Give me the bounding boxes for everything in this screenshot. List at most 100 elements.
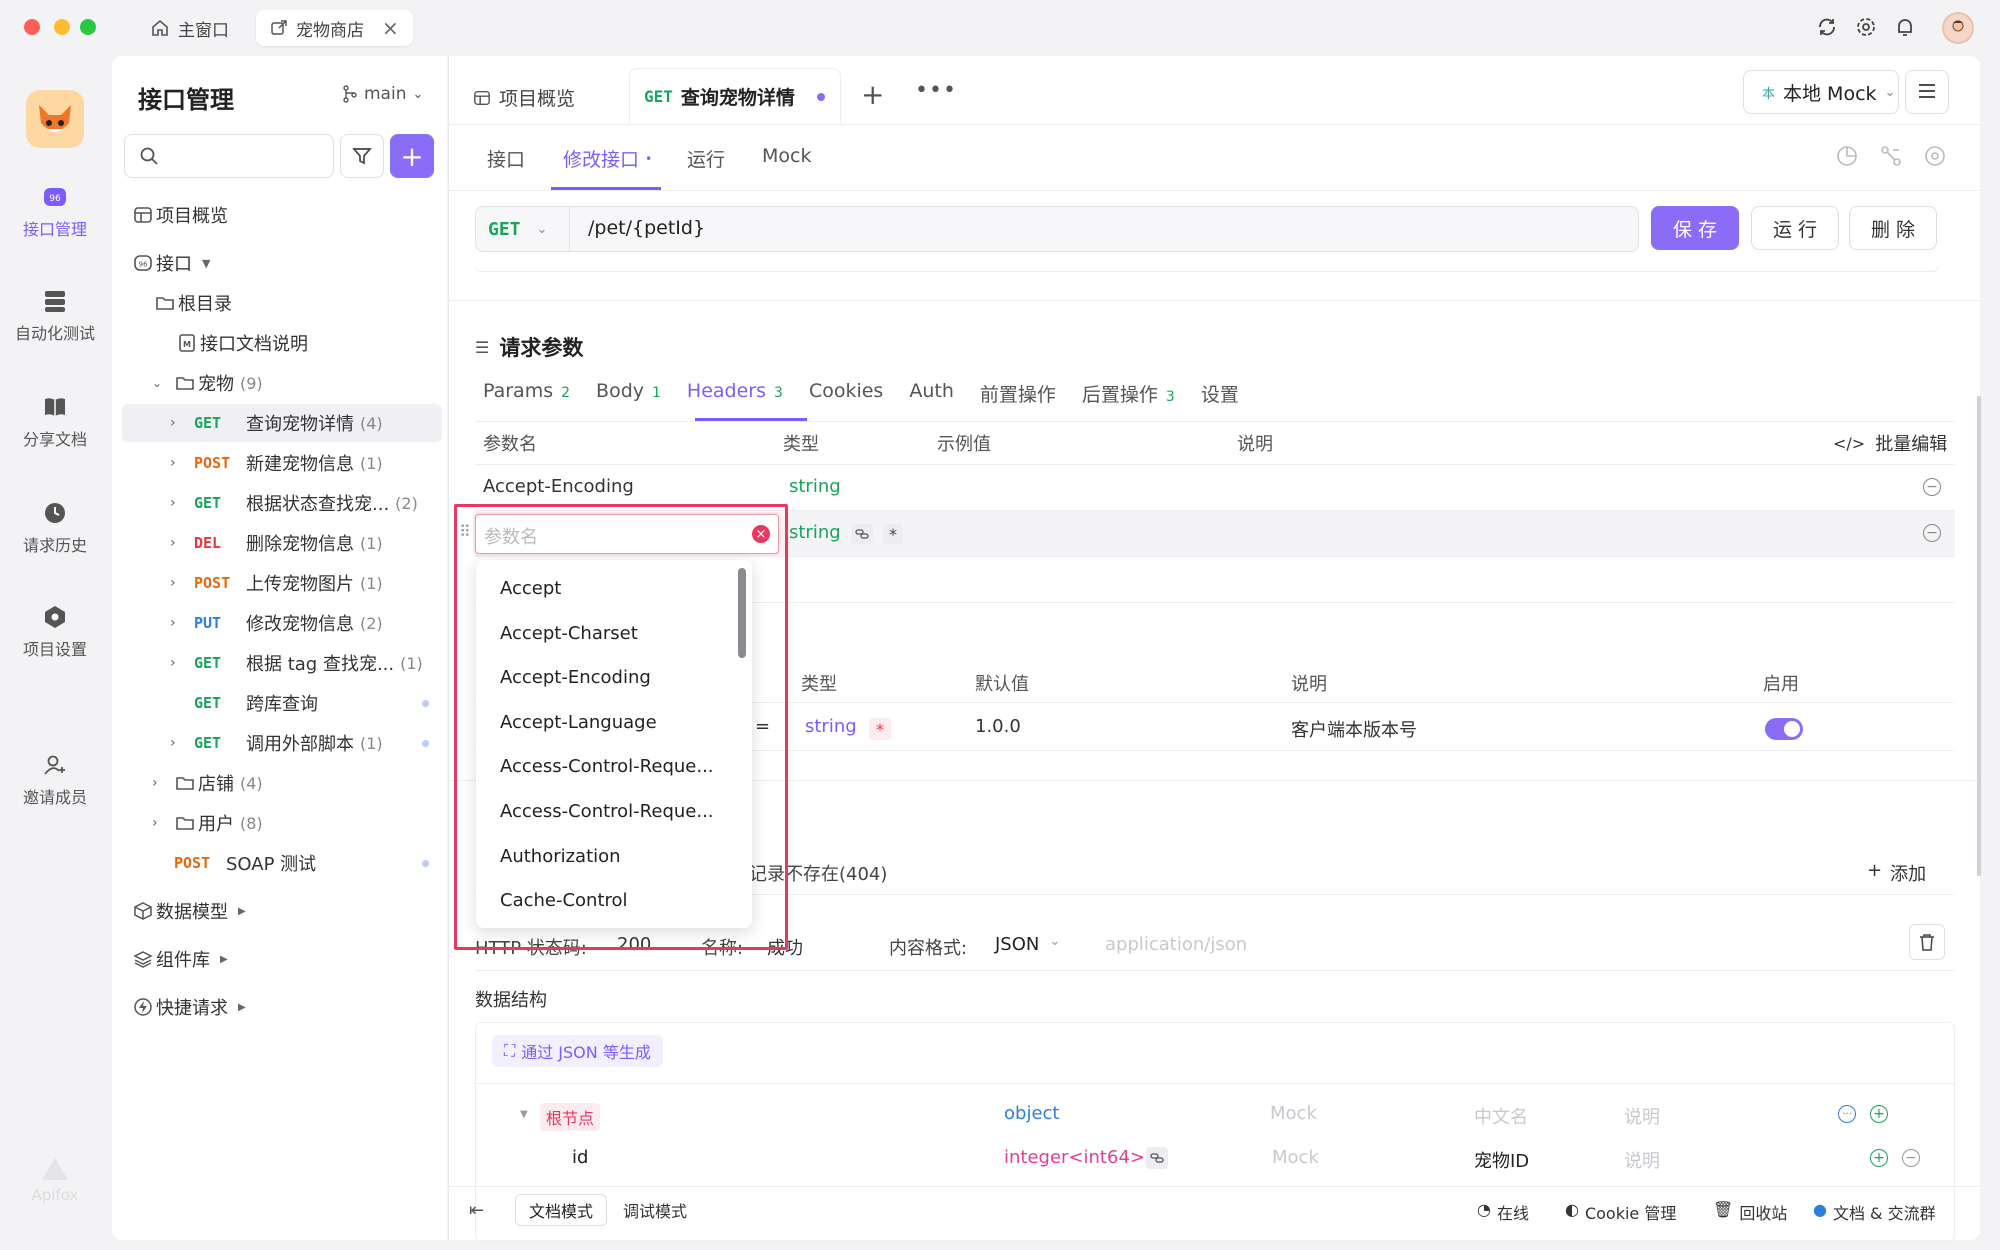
delete-response-button[interactable]: [1909, 924, 1945, 960]
close-tab-icon[interactable]: ×: [382, 16, 399, 40]
more-options-icon[interactable]: ···: [1838, 1105, 1856, 1123]
method-select[interactable]: GET ⌄: [476, 207, 570, 251]
sidebar-folder-user[interactable]: › 用户 (8): [112, 804, 447, 842]
suggestion-option[interactable]: Accept: [500, 578, 561, 599]
subtab-edit-api[interactable]: 修改接口 •: [563, 145, 652, 172]
suggestion-option[interactable]: Access-Control-Reque...: [500, 801, 714, 822]
remove-row-icon[interactable]: −: [1923, 478, 1941, 496]
environment-selector[interactable]: 本 本地 Mock ⌄: [1743, 70, 1899, 114]
run-button[interactable]: 运 行: [1751, 206, 1839, 250]
param-tab[interactable]: 设置: [1201, 380, 1239, 420]
bulk-edit-button[interactable]: </> 批量编辑: [1833, 430, 1947, 456]
delete-button[interactable]: 删 除: [1849, 206, 1937, 250]
link-icon[interactable]: [851, 524, 873, 544]
minimize-window-button[interactable]: [54, 19, 70, 35]
schema-root-name[interactable]: 根节点: [540, 1103, 601, 1131]
pie-chart-icon[interactable]: [1835, 144, 1859, 168]
close-window-button[interactable]: [24, 19, 40, 35]
schema-field-desc[interactable]: 说明: [1624, 1147, 1660, 1173]
enabled-toggle[interactable]: [1765, 718, 1803, 740]
sidebar-api-item[interactable]: GET 跨库查询: [112, 684, 447, 722]
schema-field-name[interactable]: id: [572, 1147, 588, 1168]
param-tab[interactable]: 前置操作: [980, 380, 1056, 420]
sidebar-item-components[interactable]: 组件库 ▶: [112, 940, 447, 978]
collapse-sidebar-icon[interactable]: ⇤: [469, 1200, 484, 1221]
param-tab[interactable]: Headers 3: [687, 380, 783, 420]
sidebar-item-soap[interactable]: POST SOAP 测试: [112, 844, 447, 882]
rail-share-docs[interactable]: 分享文档: [0, 394, 110, 450]
sidebar-item-root[interactable]: 根目录: [112, 284, 447, 322]
settings-icon[interactable]: [1855, 16, 1877, 38]
menu-button[interactable]: [1905, 70, 1949, 114]
save-button[interactable]: 保 存: [1651, 206, 1739, 250]
sidebar-item-data-model[interactable]: 数据模型 ▶: [112, 892, 447, 930]
link-icon[interactable]: [1146, 1147, 1168, 1169]
tab-project-overview[interactable]: 项目概览: [473, 84, 575, 111]
gear-icon[interactable]: [1923, 144, 1947, 168]
project-tab[interactable]: 宠物商店 ×: [256, 10, 413, 46]
global-param-description[interactable]: 客户端本版本号: [1291, 716, 1417, 742]
add-sibling-icon[interactable]: +: [1870, 1149, 1888, 1167]
schema-field-cn[interactable]: 宠物ID: [1474, 1147, 1529, 1173]
refresh-icon[interactable]: [1816, 16, 1838, 38]
clear-input-icon[interactable]: ×: [752, 525, 770, 543]
param-tab[interactable]: Cookies: [809, 380, 883, 420]
trash-button[interactable]: 🗑 回收站: [1713, 1200, 1787, 1224]
global-param-default[interactable]: 1.0.0: [975, 716, 1021, 737]
sidebar-item-doc[interactable]: M 接口文档说明: [112, 324, 447, 362]
schema-field-mock[interactable]: Mock: [1272, 1147, 1319, 1168]
content-format-select[interactable]: JSON ⌄: [995, 934, 1060, 955]
suggestion-option[interactable]: Authorization: [500, 846, 621, 867]
tab-active-api[interactable]: GET 查询宠物详情: [629, 68, 841, 124]
online-status[interactable]: ◔ 在线: [1477, 1200, 1529, 1224]
user-avatar[interactable]: [1942, 12, 1974, 44]
param-tab[interactable]: 后置操作 3: [1082, 380, 1175, 420]
main-scrollbar[interactable]: [1977, 396, 1981, 876]
rail-automation-test[interactable]: 自动化测试: [0, 288, 110, 344]
param-tab[interactable]: Auth: [909, 380, 954, 420]
branch-selector[interactable]: main ⌄: [342, 84, 423, 104]
sidebar-api-item[interactable]: › PUT 修改宠物信息 (2): [112, 604, 447, 642]
http-status-value[interactable]: 200: [617, 934, 651, 955]
header-row-type[interactable]: string: [789, 476, 841, 497]
add-response-button[interactable]: + 添加: [1867, 860, 1926, 886]
suggestion-option[interactable]: Accept-Language: [500, 712, 657, 733]
schema-root-type[interactable]: object: [1004, 1103, 1059, 1124]
rail-project-settings[interactable]: 项目设置: [0, 604, 110, 660]
suggestion-option[interactable]: Cache-Control: [500, 890, 628, 911]
sidebar-item-quick-request[interactable]: 快捷请求 ▶: [112, 988, 447, 1026]
more-tabs-icon[interactable]: •••: [915, 78, 957, 103]
community-button[interactable]: ● 文档 & 交流群: [1813, 1200, 1936, 1224]
schema-root-desc[interactable]: 说明: [1624, 1103, 1660, 1129]
remove-field-icon[interactable]: −: [1902, 1149, 1920, 1167]
maximize-window-button[interactable]: [80, 19, 96, 35]
sidebar-item-overview[interactable]: 项目概览: [112, 196, 447, 234]
sidebar-folder-pets[interactable]: ⌄ 宠物 (9): [112, 364, 447, 402]
rail-invite-members[interactable]: 邀请成员: [0, 752, 110, 808]
param-tab[interactable]: Params 2: [483, 380, 570, 420]
schema-root-cn[interactable]: 中文名: [1474, 1103, 1528, 1129]
sidebar-api-item[interactable]: › POST 新建宠物信息 (1): [112, 444, 447, 482]
add-button[interactable]: +: [390, 134, 434, 178]
subtab-run[interactable]: 运行: [687, 145, 725, 172]
new-tab-button[interactable]: +: [861, 78, 884, 111]
sidebar-api-item[interactable]: › POST 上传宠物图片 (1): [112, 564, 447, 602]
filter-button[interactable]: [340, 134, 384, 178]
param-tab[interactable]: Body 1: [596, 380, 661, 420]
suggestion-option[interactable]: Accept-Encoding: [500, 667, 651, 688]
rail-request-history[interactable]: 请求历史: [0, 500, 110, 556]
sidebar-api-item[interactable]: › GET 调用外部脚本 (1): [112, 724, 447, 762]
bell-icon[interactable]: [1894, 16, 1916, 38]
share-icon[interactable]: [1879, 144, 1903, 168]
subtab-api[interactable]: 接口: [487, 145, 525, 172]
response-name-value[interactable]: 成功: [767, 934, 803, 960]
schema-field-type[interactable]: integer<int64>: [1004, 1147, 1145, 1168]
param-name-input[interactable]: 参数名 ×: [475, 514, 779, 554]
header-row-type[interactable]: string: [789, 522, 841, 543]
generate-from-json-button[interactable]: ⛶ 通过 JSON 等生成: [492, 1035, 663, 1067]
add-child-icon[interactable]: +: [1870, 1105, 1888, 1123]
header-row-name[interactable]: Accept-Encoding: [483, 476, 634, 497]
sidebar-folder-shop[interactable]: › 店铺 (4): [112, 764, 447, 802]
rail-api-management[interactable]: 96 接口管理: [0, 184, 110, 240]
cookie-manager-button[interactable]: ◐ Cookie 管理: [1565, 1200, 1676, 1224]
